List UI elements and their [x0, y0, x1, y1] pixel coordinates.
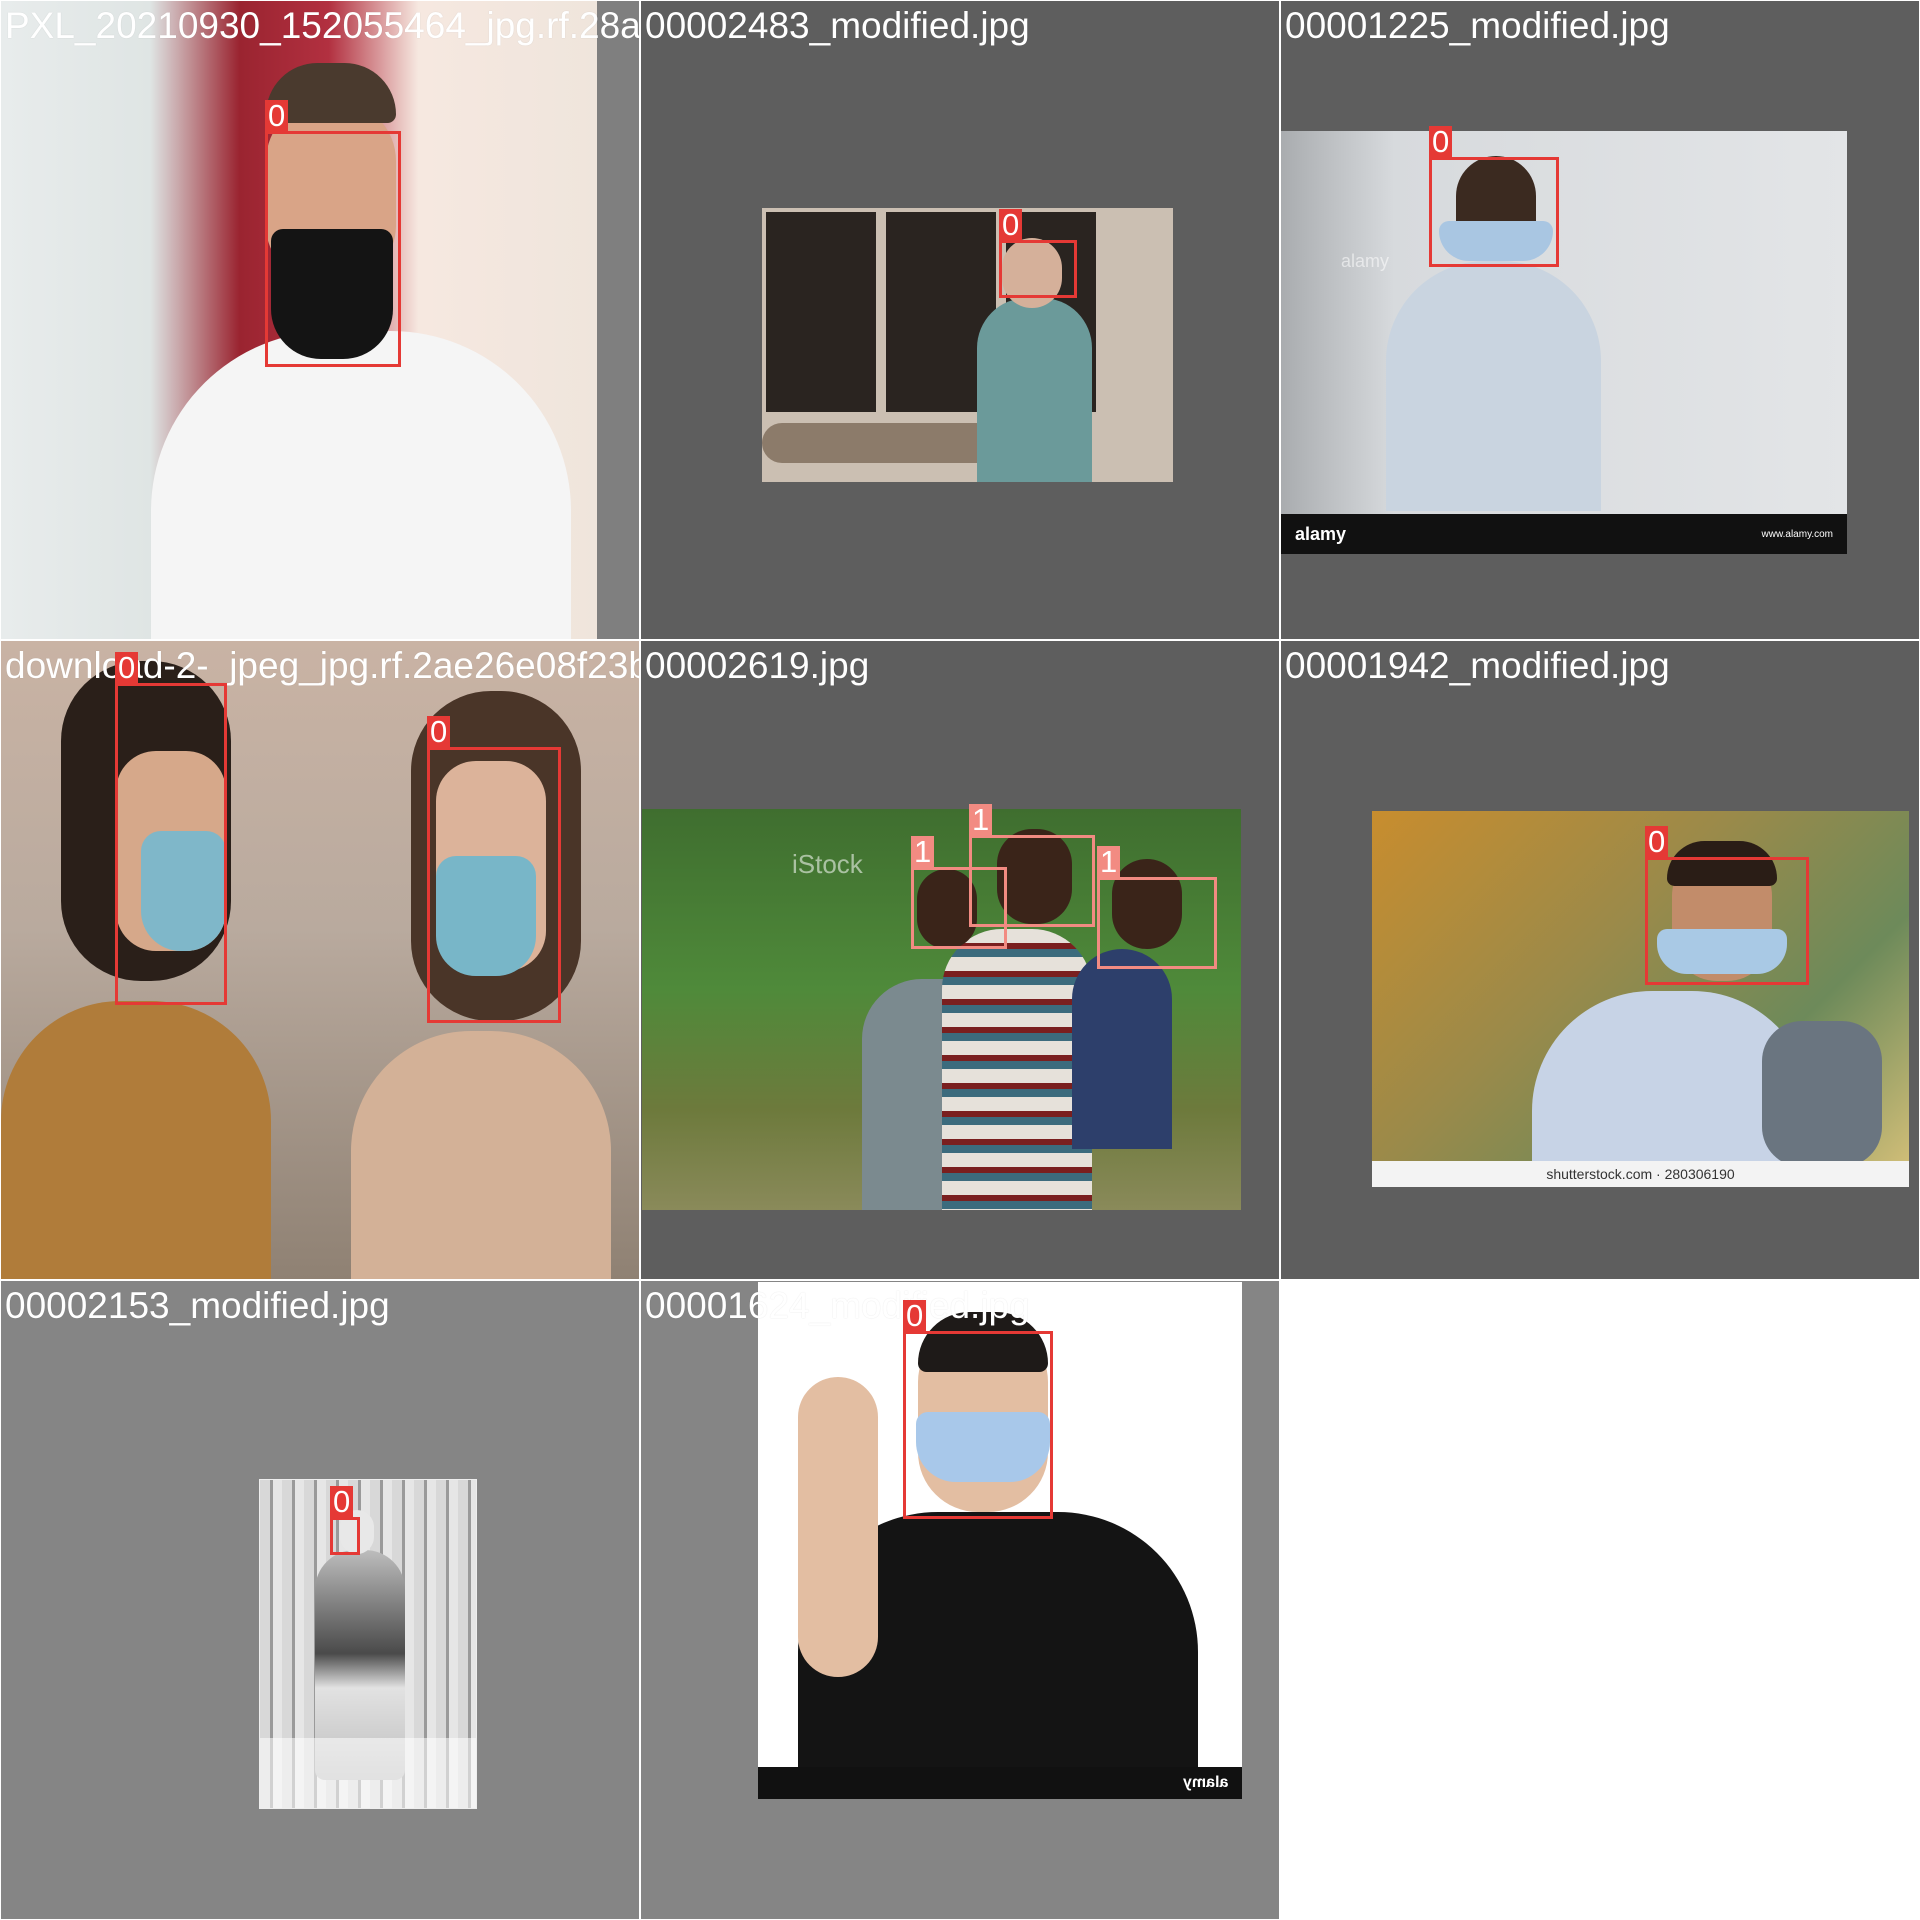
tile-1: PXL_20210930_152055464_jpg.rf.28a01b0c74… — [1, 1, 639, 639]
tile-7-photo — [259, 1479, 477, 1809]
tile-4-title: download-2-_jpeg_jpg.rf.2ae26e08f23b688b… — [5, 645, 639, 686]
bbox-label: 0 — [1429, 126, 1453, 158]
footer-url: www.alamy.com — [1761, 528, 1834, 540]
bbox-class-1: 1 — [1097, 846, 1217, 969]
bbox-class-0: 0 — [330, 1486, 360, 1555]
bbox-class-0: 0 — [115, 652, 227, 1005]
footer-logo: alamy — [1182, 1774, 1228, 1791]
tile-5: iStock 00002619.jpg 1 1 1 — [641, 641, 1279, 1279]
tile-1-title: PXL_20210930_152055464_jpg.rf.28a01b0c74… — [5, 5, 639, 46]
tile-3: alamy alamy www.alamy.com 00001225_modif… — [1281, 1, 1919, 639]
tile-3-title: 00001225_modified.jpg — [1285, 5, 1670, 46]
stock-footer: shutterstock.com · 280306190 — [1372, 1161, 1909, 1187]
stock-footer: alamy — [758, 1767, 1242, 1799]
bbox-class-0: 0 — [903, 1300, 1053, 1519]
tile-6-title: 00001942_modified.jpg — [1285, 645, 1670, 686]
watermark-text: alamy — [1341, 251, 1390, 271]
bbox-class-0: 0 — [999, 209, 1077, 298]
bbox-label: 0 — [115, 652, 139, 684]
tile-7-title: 00002153_modified.jpg — [5, 1285, 390, 1326]
tile-2-title: 00002483_modified.jpg — [645, 5, 1030, 46]
bbox-label: 0 — [427, 716, 451, 748]
bbox-label: 1 — [1097, 846, 1121, 878]
bbox-label: 0 — [1645, 826, 1669, 858]
bbox-label: 1 — [911, 836, 935, 868]
tile-8-title: 00001624_modified.jpg — [645, 1285, 1030, 1326]
bbox-class-0: 0 — [1429, 126, 1559, 267]
tile-6-photo: shutterstock.com · 280306190 — [1372, 811, 1909, 1187]
bbox-class-0: 0 — [1645, 826, 1809, 985]
tile-4: download-2-_jpeg_jpg.rf.2ae26e08f23b688b… — [1, 641, 639, 1279]
tile-2-photo — [762, 208, 1173, 482]
bbox-label: 0 — [330, 1486, 354, 1518]
tile-8: alamy 00001624_modified.jpg 0 — [641, 1281, 1279, 1919]
tile-2: 00002483_modified.jpg 0 — [641, 1, 1279, 639]
tile-3-photo: alamy alamy www.alamy.com — [1281, 131, 1847, 554]
tile-6: shutterstock.com · 280306190 00001942_mo… — [1281, 641, 1919, 1279]
footer-logo: alamy — [1295, 523, 1347, 544]
bbox-class-1: 1 — [969, 804, 1095, 927]
bbox-class-0: 0 — [427, 716, 561, 1023]
empty-cell — [1281, 1281, 1919, 1919]
tile-7: 00002153_modified.jpg 0 — [1, 1281, 639, 1919]
watermark-text: iStock — [792, 849, 863, 879]
detection-mosaic: PXL_20210930_152055464_jpg.rf.28a01b0c74… — [0, 0, 1920, 1920]
tile-5-title: 00002619.jpg — [645, 645, 870, 686]
bbox-label: 1 — [969, 804, 993, 836]
bbox-label: 0 — [903, 1300, 927, 1332]
bbox-class-0: 0 — [265, 100, 401, 367]
bbox-label: 0 — [265, 100, 289, 132]
bbox-label: 0 — [999, 209, 1023, 241]
stock-footer: alamy www.alamy.com — [1281, 514, 1847, 554]
